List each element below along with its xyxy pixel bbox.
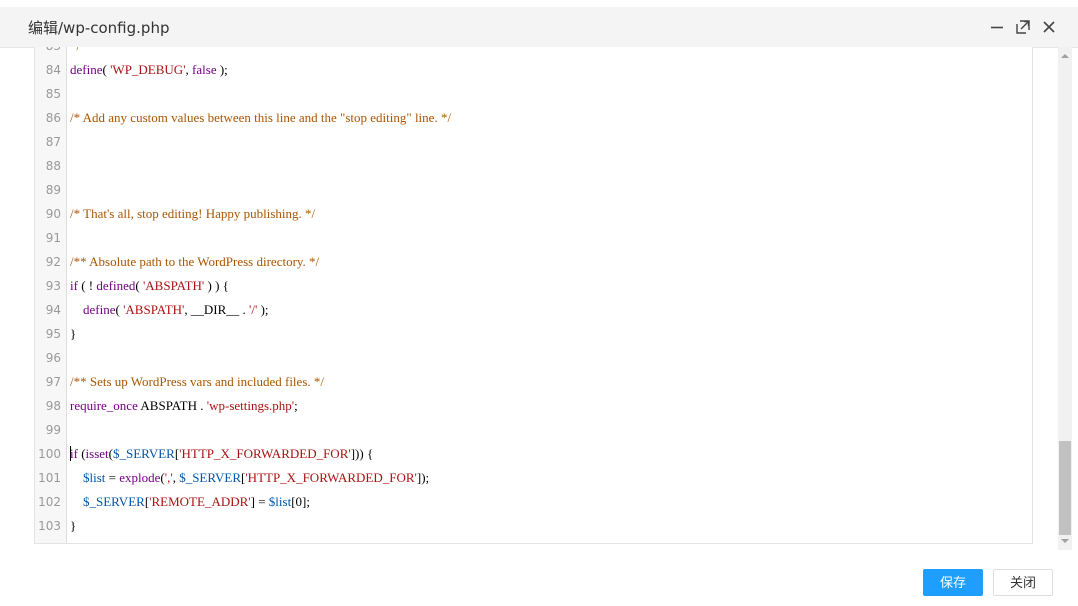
scroll-down-icon[interactable]	[1061, 539, 1069, 543]
code-line: 85	[35, 82, 1032, 106]
dialog-titlebar[interactable]: 编辑/wp-config.php	[0, 7, 1078, 48]
code-text: /** Sets up WordPress vars and included …	[70, 374, 324, 389]
code-line: 95 }	[35, 322, 1032, 346]
code-line: 100 if (isset($_SERVER['HTTP_X_FORWARDED…	[35, 442, 1032, 466]
code-text: /* Add any custom values between this li…	[70, 110, 452, 125]
line-number: 87	[45, 135, 61, 149]
code-text: require_once ABSPATH . 'wp-settings.php'…	[70, 398, 298, 413]
code-line: 92 /** Absolute path to the WordPress di…	[35, 250, 1032, 274]
line-number: 93	[45, 279, 61, 293]
code-text: /** Absolute path to the WordPress direc…	[70, 254, 320, 269]
line-number: 99	[45, 423, 61, 437]
code-line: 93 if ( ! defined( 'ABSPATH' ) ) {	[35, 274, 1032, 298]
code-line: 91	[35, 226, 1032, 250]
code-text: }	[70, 518, 77, 533]
dialog-title: 编辑/wp-config.php	[28, 19, 170, 37]
line-number: 96	[45, 351, 61, 365]
code-text: $_SERVER['REMOTE_ADDR'] = $list[0];	[83, 494, 310, 509]
line-number: 101	[38, 471, 61, 485]
line-number: 85	[45, 87, 61, 101]
code-line: 83 */	[35, 47, 1032, 58]
code-line: 102 $_SERVER['REMOTE_ADDR'] = $list[0];	[35, 490, 1032, 514]
line-number: 83	[35, 47, 61, 58]
line-number: 91	[45, 231, 61, 245]
edit-file-dialog: 编辑/wp-config.php 83 */ 84 d	[0, 0, 1078, 606]
code-line: 89	[35, 178, 1032, 202]
code-line: 97 /** Sets up WordPress vars and includ…	[35, 370, 1032, 394]
code-line: 101 $list = explode(',', $_SERVER['HTTP_…	[35, 466, 1032, 490]
code-editor[interactable]: 83 */ 84 define( 'WP_DEBUG', false ); 85…	[34, 47, 1033, 544]
maximize-icon[interactable]	[1014, 18, 1032, 36]
line-number: 89	[45, 183, 61, 197]
line-number: 84	[45, 63, 61, 77]
minimize-icon[interactable]	[988, 18, 1006, 36]
code-text: */	[70, 47, 80, 58]
code-line: 84 define( 'WP_DEBUG', false );	[35, 58, 1032, 82]
scroll-up-icon[interactable]	[1061, 54, 1069, 58]
vertical-scrollbar[interactable]	[1058, 47, 1072, 550]
code-text: /* That's all, stop editing! Happy publi…	[70, 206, 316, 221]
code-text: $list = explode(',', $_SERVER['HTTP_X_FO…	[83, 470, 430, 485]
line-number: 94	[45, 303, 61, 317]
line-number: 102	[38, 495, 61, 509]
code-text: }	[70, 326, 77, 341]
code-line: 88	[35, 154, 1032, 178]
close-icon[interactable]	[1040, 18, 1058, 36]
code-line: 98 require_once ABSPATH . 'wp-settings.p…	[35, 394, 1032, 418]
line-number: 100	[38, 447, 61, 461]
code-line: 103 }	[35, 514, 1032, 538]
code-line: 94 define( 'ABSPATH', __DIR__ . '/' );	[35, 298, 1032, 322]
line-number: 88	[45, 159, 61, 173]
code-text: if (isset($_SERVER['HTTP_X_FORWARDED_FOR…	[70, 446, 374, 461]
code-line: 86 /* Add any custom values between this…	[35, 106, 1032, 130]
line-number: 103	[38, 519, 61, 533]
line-number: 86	[45, 111, 61, 125]
code-line: 87	[35, 130, 1032, 154]
line-number: 92	[45, 255, 61, 269]
save-button[interactable]: 保存	[923, 569, 983, 596]
scrollbar-thumb[interactable]	[1059, 441, 1071, 535]
code-line: 99	[35, 418, 1032, 442]
code-text: define( 'WP_DEBUG', false );	[70, 62, 228, 77]
line-number: 95	[45, 327, 61, 341]
code-line: 96	[35, 346, 1032, 370]
code-text: if ( ! defined( 'ABSPATH' ) ) {	[70, 278, 229, 293]
close-button[interactable]: 关闭	[993, 569, 1053, 596]
line-number: 98	[45, 399, 61, 413]
line-number: 90	[45, 207, 61, 221]
code-line: 90 /* That's all, stop editing! Happy pu…	[35, 202, 1032, 226]
code-text: define( 'ABSPATH', __DIR__ . '/' );	[83, 302, 269, 317]
line-number: 97	[45, 375, 61, 389]
